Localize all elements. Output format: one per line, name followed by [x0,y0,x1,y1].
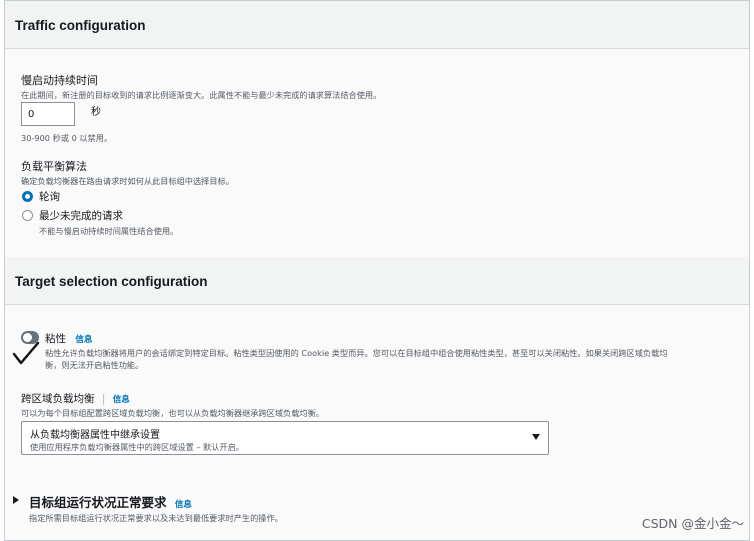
health-requirements-expander[interactable]: 目标组运行状况正常要求 信息 指定所需目标组运行状况正常要求以及未达到最低要求时… [5,479,749,529]
slow-start-input[interactable] [21,102,75,126]
caret-right-icon [13,496,19,504]
radio-round-robin[interactable] [22,191,33,202]
stickiness-description-2: 衡，则无法开启粘性功能。 [45,360,144,370]
stickiness-description-1: 粘性允许负载均衡器将用户的会话绑定到特定目标。粘性类型因使用的 Cookie 类… [45,348,668,358]
cross-zone-label: 跨区域负载均衡 [21,393,95,405]
separator: | [101,393,106,405]
stickiness-label: 粘性 [45,333,66,345]
stickiness-label-row: 粘性 信息 [45,331,92,346]
slow-start-label: 慢启动持续时间 [21,74,98,87]
cross-zone-selected-value: 从负载均衡器属性中继承设置 [30,430,160,441]
cross-zone-info-link[interactable]: 信息 [113,395,130,405]
slow-start-hint: 30-900 秒或 0 以禁用。 [21,133,113,143]
algorithm-label: 负载平衡算法 [21,160,87,173]
health-title: 目标组运行状况正常要求 [29,495,167,510]
radio-least-outstanding[interactable] [22,210,33,221]
traffic-config-header: Traffic configuration [5,1,749,49]
cross-zone-label-row: 跨区域负载均衡 | 信息 [21,391,130,406]
least-outstanding-label: 最少未完成的请求 [39,210,123,222]
cross-zone-description: 可以为每个目标组配置跨区域负载均衡，也可以从负载均衡器继承跨区域负载均衡。 [21,408,324,418]
traffic-config-title: Traffic configuration [15,18,146,33]
settings-panel: Traffic configuration 慢启动持续时间 在此期间，新注册的目… [4,0,750,541]
handwritten-check-icon [12,341,40,365]
slow-start-unit: 秒 [91,107,101,118]
health-title-row: 目标组运行状况正常要求 信息 [29,492,192,511]
cross-zone-selected-description: 使用应用程序负载均衡器属性中的跨区域设置 – 默认开启。 [30,442,244,452]
watermark: CSDN @金小金～ [641,516,744,531]
health-description: 指定所需目标组运行状况正常要求以及未达到最低要求时产生的操作。 [29,513,283,523]
target-selection-title: Target selection configuration [15,274,208,289]
algorithm-description: 确定负载均衡器在路由请求时如何从此目标组中选择目标。 [21,176,234,186]
stickiness-info-link[interactable]: 信息 [75,335,92,345]
round-robin-label: 轮询 [39,191,60,203]
least-outstanding-note: 不能与慢启动持续时间属性结合使用。 [39,226,179,236]
target-selection-header: Target selection configuration [5,257,749,305]
cross-zone-select[interactable]: 从负载均衡器属性中继承设置 使用应用程序负载均衡器属性中的跨区域设置 – 默认开… [21,421,549,455]
caret-down-icon [532,434,540,440]
health-info-link[interactable]: 信息 [175,500,192,510]
slow-start-description: 在此期间，新注册的目标收到的请求比例逐渐变大。此属性不能与最少未完成的请求算法结… [21,90,382,100]
